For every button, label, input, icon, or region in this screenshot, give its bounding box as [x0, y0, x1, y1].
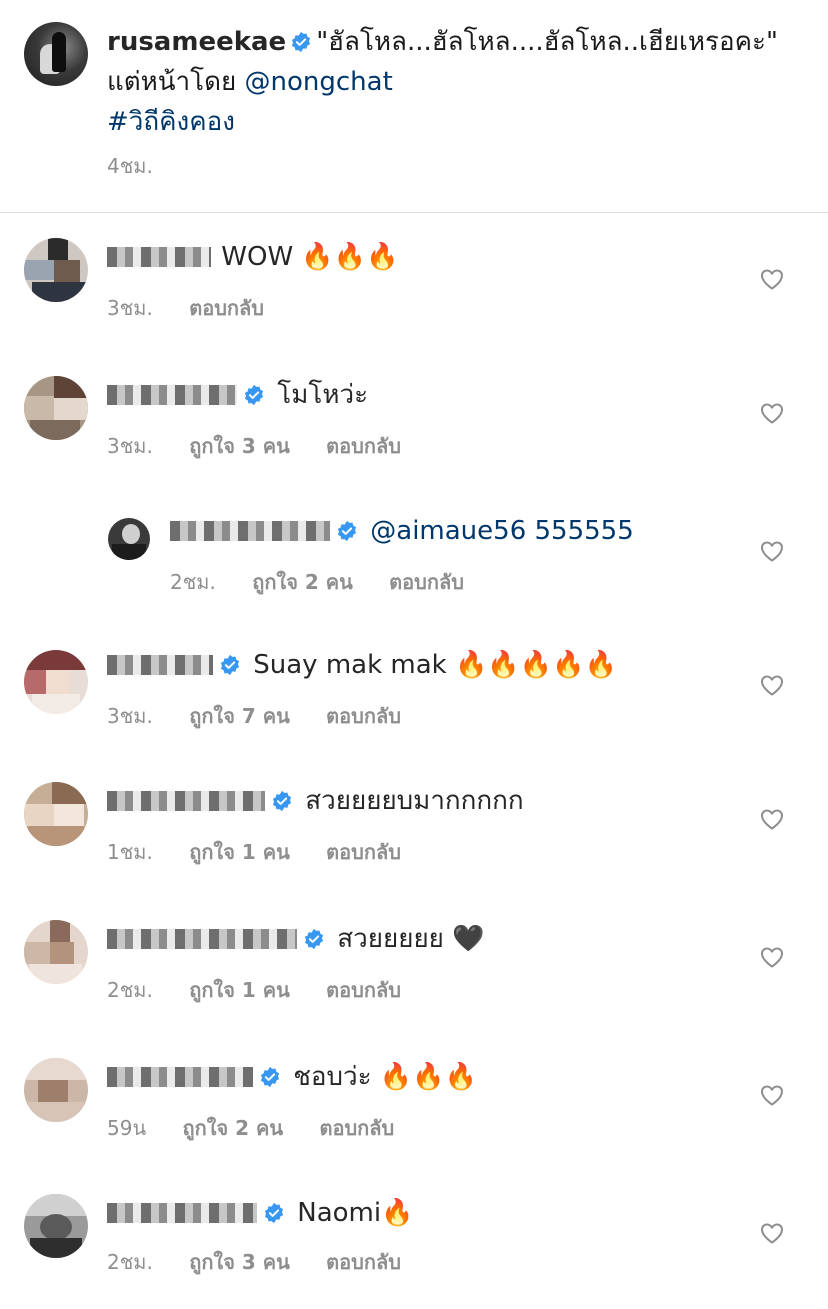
comment-username[interactable]: [107, 655, 213, 675]
heart-outline-icon[interactable]: [760, 1222, 784, 1244]
comment-likes-count[interactable]: ถูกใจ 1 คน: [189, 840, 290, 864]
reply-button[interactable]: ตอบกลับ: [326, 978, 401, 1002]
comment-avatar[interactable]: [24, 1058, 88, 1122]
reply-button[interactable]: ตอบกลับ: [319, 1116, 394, 1140]
verified-badge-icon: [337, 520, 357, 542]
comment-avatar[interactable]: [24, 920, 88, 984]
comment-time: 2ชม.: [170, 570, 216, 594]
heart-outline-icon[interactable]: [760, 540, 784, 562]
comment-username[interactable]: [107, 385, 237, 405]
comment-time: 3ชม.: [107, 296, 153, 320]
comment-likes-count[interactable]: ถูกใจ 2 คน: [182, 1116, 283, 1140]
heart-outline-icon[interactable]: [760, 808, 784, 830]
caption-text-line2: แต่หน้าโดย: [107, 67, 245, 97]
reply-button[interactable]: ตอบกลับ: [326, 840, 401, 864]
comment-item: ชอบว่ะ 🔥🔥🔥 59น ถูกใจ 2 คน ตอบกลับ: [0, 1058, 828, 1148]
comment-likes-count[interactable]: ถูกใจ 3 คน: [189, 1250, 290, 1274]
reply-button[interactable]: ตอบกลับ: [189, 296, 264, 320]
comment-text: Naomi🔥: [297, 1198, 414, 1228]
comment-text: Suay mak mak 🔥🔥🔥🔥🔥: [253, 650, 617, 680]
comment-avatar[interactable]: [24, 1194, 88, 1258]
comment-username[interactable]: [107, 1203, 257, 1223]
verified-badge-icon: [264, 1202, 284, 1224]
reply-button[interactable]: ตอบกลับ: [326, 704, 401, 728]
comment-username[interactable]: [107, 791, 265, 811]
reply-button[interactable]: ตอบกลับ: [326, 434, 401, 458]
comment-item: โมโหว่ะ 3ชม. ถูกใจ 3 คน ตอบกลับ: [0, 376, 828, 466]
comment-text: WOW 🔥🔥🔥: [221, 242, 399, 272]
comment-username[interactable]: [170, 521, 330, 541]
heart-outline-icon[interactable]: [760, 402, 784, 424]
divider: [0, 212, 828, 213]
caption-mention-link[interactable]: @nongchat: [245, 67, 393, 97]
comment-username[interactable]: [107, 929, 297, 949]
reply-button[interactable]: ตอบกลับ: [326, 1250, 401, 1274]
caption-hashtag-link[interactable]: #วิถีคิงคอง: [107, 107, 235, 137]
heart-outline-icon[interactable]: [760, 946, 784, 968]
comment-username[interactable]: [107, 1067, 253, 1087]
comment-text: @aimaue56 555555: [370, 516, 634, 546]
verified-badge-icon: [272, 790, 292, 812]
comment-text: สวยยยยบมากกกกก: [305, 786, 524, 816]
comment-avatar[interactable]: [24, 650, 88, 714]
heart-outline-icon[interactable]: [760, 1084, 784, 1106]
comment-text: สวยยยยย 🖤: [337, 924, 485, 954]
comment-avatar[interactable]: [108, 518, 150, 560]
comment-time: 2ชม.: [107, 1250, 153, 1274]
comment-item: Suay mak mak 🔥🔥🔥🔥🔥 3ชม. ถูกใจ 7 คน ตอบกล…: [0, 646, 828, 736]
verified-badge-icon: [292, 31, 311, 53]
comment-time: 3ชม.: [107, 434, 153, 458]
comment-avatar[interactable]: [24, 782, 88, 846]
comment-likes-count[interactable]: ถูกใจ 1 คน: [189, 978, 290, 1002]
comment-reply-item: @aimaue56 555555 2ชม. ถูกใจ 2 คน ตอบกลับ: [0, 514, 828, 604]
comment-item: สวยยยยบมากกกกก 1ชม. ถูกใจ 1 คน ตอบกลับ: [0, 782, 828, 872]
comment-avatar[interactable]: [24, 238, 88, 302]
comment-username[interactable]: [107, 247, 211, 267]
post-author-avatar[interactable]: [24, 22, 88, 86]
comment-likes-count[interactable]: ถูกใจ 3 คน: [189, 434, 290, 458]
verified-badge-icon: [244, 384, 264, 406]
caption-text-line1: "ฮัลโหล...ฮัลโหล....ฮัลโหล..เฮียเหรอคะ": [316, 27, 778, 57]
comment-avatar[interactable]: [24, 376, 88, 440]
reply-button[interactable]: ตอบกลับ: [389, 570, 464, 594]
comment-time: 1ชม.: [107, 840, 153, 864]
comment-item: สวยยยยย 🖤 2ชม. ถูกใจ 1 คน ตอบกลับ: [0, 920, 828, 1010]
post-caption: rusameekae "ฮัลโหล...ฮัลโหล....ฮัลโหล..เฮ…: [0, 0, 828, 212]
comment-text: ชอบว่ะ 🔥🔥🔥: [293, 1062, 477, 1092]
comment-time: 59น: [107, 1116, 147, 1140]
comment-likes-count[interactable]: ถูกใจ 7 คน: [189, 704, 290, 728]
comment-time: 3ชม.: [107, 704, 153, 728]
comment-text: โมโหว่ะ: [277, 380, 369, 410]
heart-outline-icon[interactable]: [760, 268, 784, 290]
comment-time: 2ชม.: [107, 978, 153, 1002]
comment-item: WOW 🔥🔥🔥 3ชม. ตอบกลับ: [0, 238, 828, 328]
heart-outline-icon[interactable]: [760, 674, 784, 696]
post-timestamp: 4ชม.: [107, 154, 153, 178]
comment-item: Naomi🔥 2ชม. ถูกใจ 3 คน ตอบกลับ: [0, 1194, 828, 1284]
verified-badge-icon: [304, 928, 324, 950]
post-author-username[interactable]: rusameekae: [107, 27, 286, 57]
comment-likes-count[interactable]: ถูกใจ 2 คน: [252, 570, 353, 594]
verified-badge-icon: [220, 654, 240, 676]
verified-badge-icon: [260, 1066, 280, 1088]
